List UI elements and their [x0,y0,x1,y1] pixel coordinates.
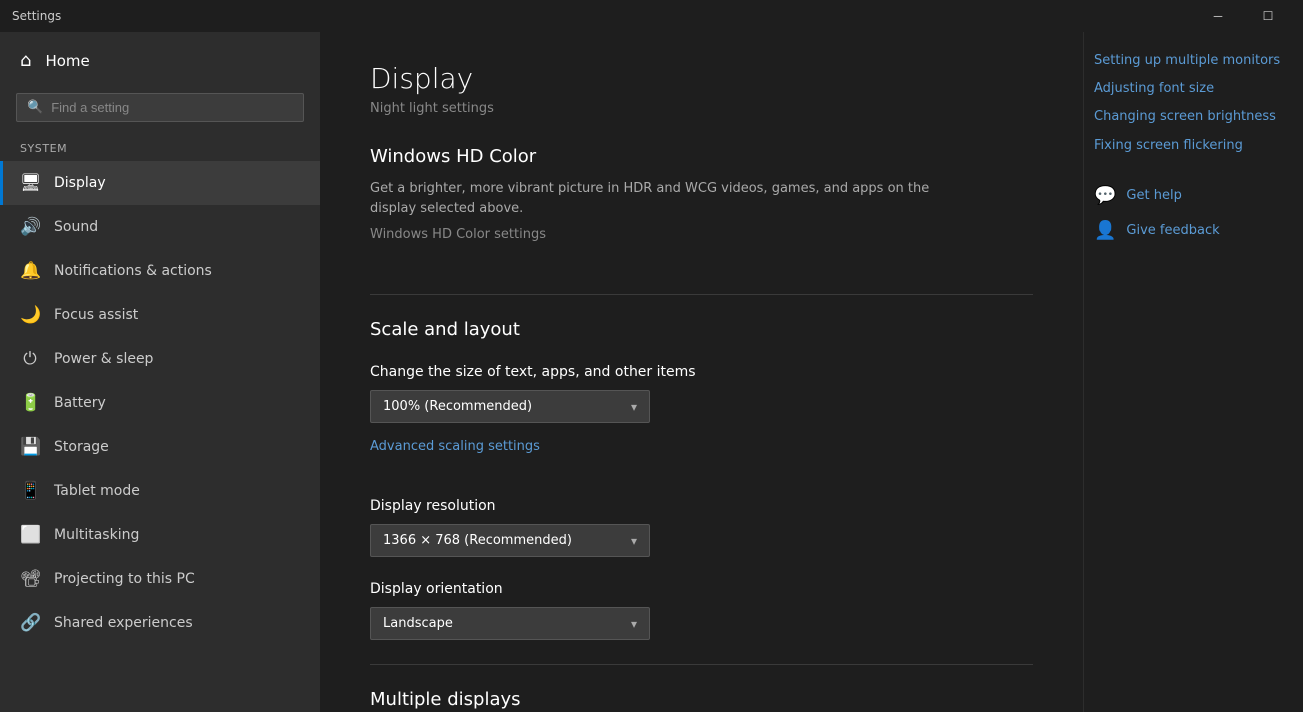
get-help-icon: 💬 [1094,185,1116,206]
resolution-value: 1366 × 768 (Recommended) [383,533,572,548]
divider-1 [370,294,1033,295]
maximize-button[interactable]: ☐ [1245,0,1291,32]
sidebar-item-multitasking[interactable]: ⬜ Multitasking [0,513,320,557]
sidebar-item-label-projecting: Projecting to this PC [54,571,195,587]
right-panel-actions: 💬 Get help 👤 Give feedback [1094,185,1283,241]
app-title: Settings [12,9,61,23]
windows-hd-color-description: Get a brighter, more vibrant picture in … [370,179,930,218]
sound-icon: 🔊 [20,217,40,237]
sidebar-item-notifications[interactable]: 🔔 Notifications & actions [0,249,320,293]
sidebar-item-power-sleep[interactable]: ⏻ Power & sleep [0,337,320,381]
give-feedback-label: Give feedback [1126,223,1219,238]
sidebar-item-label-power-sleep: Power & sleep [54,351,153,367]
sidebar-item-label-sound: Sound [54,219,98,235]
sidebar-item-battery[interactable]: 🔋 Battery [0,381,320,425]
display-icon: 🖥 [20,173,40,193]
search-input[interactable] [51,100,293,115]
home-icon: ⌂ [20,50,31,71]
sidebar-items-container: 🖥 Display 🔊 Sound 🔔 Notifications & acti… [0,161,320,645]
multiple-displays-title: Multiple displays [370,689,1033,710]
notifications-icon: 🔔 [20,261,40,281]
get-help-label: Get help [1126,188,1181,203]
scale-layout-title: Scale and layout [370,319,1033,340]
orientation-value: Landscape [383,616,453,631]
night-light-link[interactable]: Night light settings [370,101,1033,116]
battery-icon: 🔋 [20,393,40,413]
orientation-chevron-icon: ▾ [631,617,637,631]
scale-value: 100% (Recommended) [383,399,532,414]
sidebar-item-projecting[interactable]: 📽 Projecting to this PC [0,557,320,601]
advanced-scaling-link[interactable]: Advanced scaling settings [370,439,540,454]
window-controls: ─ ☐ [1195,0,1291,32]
search-box[interactable]: 🔍 [16,93,304,122]
right-panel-link[interactable]: Adjusting font size [1094,80,1283,98]
tablet-mode-icon: 📱 [20,481,40,501]
windows-hd-color-link[interactable]: Windows HD Color settings [370,227,546,242]
resolution-dropdown-container: 1366 × 768 (Recommended) ▾ [370,524,1033,557]
sidebar-item-label-tablet-mode: Tablet mode [54,483,140,499]
sidebar-item-label-storage: Storage [54,439,109,455]
sidebar-item-sound[interactable]: 🔊 Sound [0,205,320,249]
sidebar: ⌂ Home 🔍 System 🖥 Display 🔊 Sound 🔔 Noti… [0,32,320,712]
sidebar-item-label-shared-exp: Shared experiences [54,615,193,631]
page-title: Display [370,62,1033,95]
sidebar-item-shared-exp[interactable]: 🔗 Shared experiences [0,601,320,645]
scale-chevron-icon: ▾ [631,400,637,414]
app-body: ⌂ Home 🔍 System 🖥 Display 🔊 Sound 🔔 Noti… [0,32,1303,712]
sidebar-item-label-focus-assist: Focus assist [54,307,138,323]
orientation-label: Display orientation [370,581,1033,597]
system-section-label: System [0,130,320,161]
right-panel-links: Setting up multiple monitors Adjusting fo… [1094,52,1283,155]
sidebar-item-display[interactable]: 🖥 Display [0,161,320,205]
titlebar: Settings ─ ☐ [0,0,1303,32]
resolution-chevron-icon: ▾ [631,534,637,548]
storage-icon: 💾 [20,437,40,457]
power-sleep-icon: ⏻ [20,349,40,369]
right-panel-link[interactable]: Setting up multiple monitors [1094,52,1283,70]
resolution-label: Display resolution [370,498,1033,514]
give-feedback-item[interactable]: 👤 Give feedback [1094,220,1283,241]
minimize-button[interactable]: ─ [1195,0,1241,32]
right-panel-link[interactable]: Changing screen brightness [1094,108,1283,126]
right-panel: Setting up multiple monitors Adjusting fo… [1083,32,1303,712]
orientation-dropdown[interactable]: Landscape ▾ [370,607,650,640]
divider-2 [370,664,1033,665]
sidebar-item-storage[interactable]: 💾 Storage [0,425,320,469]
sidebar-item-label-multitasking: Multitasking [54,527,139,543]
sidebar-item-label-notifications: Notifications & actions [54,263,212,279]
scale-dropdown[interactable]: 100% (Recommended) ▾ [370,390,650,423]
sidebar-home[interactable]: ⌂ Home [0,32,320,89]
sidebar-item-tablet-mode[interactable]: 📱 Tablet mode [0,469,320,513]
multitasking-icon: ⬜ [20,525,40,545]
focus-assist-icon: 🌙 [20,305,40,325]
right-panel-link[interactable]: Fixing screen flickering [1094,137,1283,155]
scale-dropdown-container: 100% (Recommended) ▾ [370,390,1033,423]
get-help-item[interactable]: 💬 Get help [1094,185,1283,206]
size-label: Change the size of text, apps, and other… [370,364,1033,380]
sidebar-item-focus-assist[interactable]: 🌙 Focus assist [0,293,320,337]
windows-hd-color-title: Windows HD Color [370,146,1033,167]
resolution-dropdown[interactable]: 1366 × 768 (Recommended) ▾ [370,524,650,557]
search-icon: 🔍 [27,100,43,115]
orientation-dropdown-container: Landscape ▾ [370,607,1033,640]
sidebar-item-label-display: Display [54,175,106,191]
sidebar-item-label-battery: Battery [54,395,106,411]
projecting-icon: 📽 [20,569,40,589]
give-feedback-icon: 👤 [1094,220,1116,241]
home-label: Home [45,52,89,70]
main-content: Display Night light settings Windows HD … [320,32,1083,712]
shared-exp-icon: 🔗 [20,613,40,633]
